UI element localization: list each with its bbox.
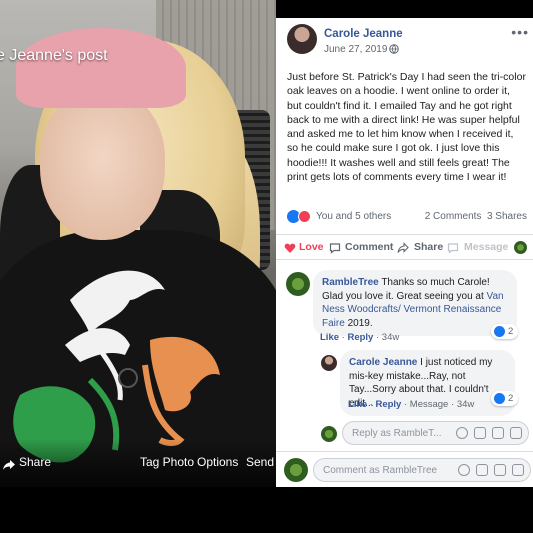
heart-icon	[284, 243, 296, 253]
commenter-avatar[interactable]	[286, 272, 310, 296]
comment-text-end: 2019.	[347, 317, 373, 329]
comment-meta: Like · Reply · 34w	[320, 332, 400, 343]
tag-photo-button[interactable]: Tag Photo	[140, 455, 194, 469]
photo-viewer[interactable]: e Jeanne's post Share Tag Photo Options …	[0, 0, 276, 487]
comment-button[interactable]: Comment	[345, 241, 393, 253]
page-avatar-switcher[interactable]	[514, 241, 527, 254]
share-icon[interactable]	[2, 459, 16, 471]
comment-bubble: RambleTree Thanks so much Carole! Glad y…	[313, 270, 517, 336]
share-button[interactable]: Share	[19, 455, 51, 469]
reactions-summary[interactable]: You and 5 others 2 Comments 3 Shares	[287, 210, 527, 224]
divider	[276, 451, 533, 452]
action-bar: Love Comment Share Message	[276, 234, 533, 260]
comment-author[interactable]: RambleTree	[322, 277, 379, 288]
gif-icon[interactable]	[492, 427, 504, 439]
reply-author[interactable]: Carole Jeanne	[349, 357, 417, 368]
like-icon	[494, 393, 505, 404]
sticker-icon[interactable]	[512, 464, 524, 476]
reply-time: 34w	[456, 399, 475, 410]
comment-like-link[interactable]: Like	[320, 332, 339, 343]
comments-count[interactable]: 2 Comments	[425, 211, 482, 222]
post-date[interactable]: June 27, 2019	[324, 44, 387, 55]
comment-time[interactable]: 34w	[382, 332, 399, 343]
emoji-icon[interactable]	[458, 464, 470, 476]
send-button[interactable]: Send i	[246, 455, 276, 469]
post-author[interactable]: Carole Jeanne	[324, 28, 403, 40]
like-icon	[494, 326, 505, 337]
options-button[interactable]: Options	[197, 455, 238, 469]
author-avatar[interactable]	[287, 24, 317, 54]
post-panel: Carole Jeanne June 27, 2019 ••• Just bef…	[276, 18, 533, 487]
globe-icon	[389, 44, 399, 54]
reply-meta: Like · Reply · Message · 34w	[348, 399, 475, 410]
reply-placeholder: Reply as RambleT...	[352, 428, 442, 439]
camera-icon[interactable]	[476, 464, 488, 476]
shares-count[interactable]: 3 Shares	[487, 211, 527, 222]
reply-message-link[interactable]: Message	[410, 399, 449, 410]
photo-toolbar: Share Tag Photo Options Send i	[0, 439, 276, 487]
comment-likes[interactable]: 2	[491, 324, 519, 339]
reply-likes[interactable]: 2	[491, 391, 519, 406]
comment-icon	[329, 243, 341, 254]
reactions-text[interactable]: You and 5 others	[316, 211, 391, 222]
share-action-icon	[397, 242, 409, 253]
comment-likes-count: 2	[508, 326, 514, 337]
love-reaction-icon	[298, 210, 311, 223]
comment-placeholder: Comment as RambleTree	[323, 465, 438, 476]
comment-input[interactable]: Comment as RambleTree	[313, 458, 531, 482]
post-title: e Jeanne's post	[0, 47, 108, 64]
message-icon	[447, 243, 459, 254]
reply-author-avatar[interactable]	[321, 355, 337, 371]
oak-leaves-print	[13, 270, 220, 463]
reply-input[interactable]: Reply as RambleT...	[342, 421, 529, 445]
reply-reply-link[interactable]: Reply	[375, 399, 401, 410]
post-text: Just before St. Patrick's Day I had seen…	[287, 71, 526, 184]
comment-input-icons	[458, 464, 524, 476]
reply-likes-count: 2	[508, 393, 514, 404]
emoji-icon[interactable]	[456, 427, 468, 439]
message-button[interactable]: Message	[464, 241, 508, 253]
gif-icon[interactable]	[494, 464, 506, 476]
comment-input-avatar	[284, 458, 308, 482]
reply-like-link[interactable]: Like	[348, 399, 367, 410]
share-action-button[interactable]: Share	[414, 241, 443, 253]
reply-input-avatar	[321, 426, 337, 442]
love-button[interactable]: Love	[299, 241, 324, 253]
reply-input-icons	[456, 427, 522, 439]
counts: 2 Comments 3 Shares	[425, 211, 527, 222]
more-options-icon[interactable]: •••	[511, 24, 529, 40]
camera-icon[interactable]	[474, 427, 486, 439]
comment-reply-link[interactable]: Reply	[347, 332, 373, 343]
sticker-icon[interactable]	[510, 427, 522, 439]
